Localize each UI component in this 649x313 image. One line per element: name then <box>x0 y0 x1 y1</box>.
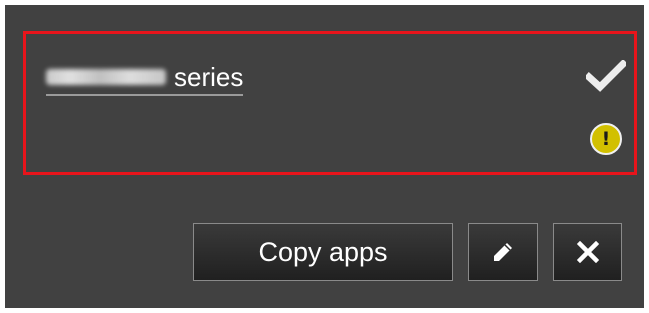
edit-button[interactable] <box>468 223 538 281</box>
printer-card-selected[interactable]: series ! <box>23 31 637 175</box>
copy-apps-label: Copy apps <box>258 236 388 267</box>
warning-icon: ! <box>590 123 622 155</box>
pencil-icon <box>494 243 512 261</box>
warning-symbol: ! <box>601 128 611 150</box>
model-name-redacted <box>46 69 166 85</box>
close-icon <box>576 241 599 263</box>
delete-button[interactable] <box>553 223 622 281</box>
printer-panel: series ! Copy apps <box>5 5 644 308</box>
checkmark-icon <box>586 60 626 92</box>
copy-apps-button[interactable]: Copy apps <box>193 223 453 281</box>
printer-name-link[interactable]: series <box>46 62 244 96</box>
printer-name-suffix: series <box>174 62 244 92</box>
